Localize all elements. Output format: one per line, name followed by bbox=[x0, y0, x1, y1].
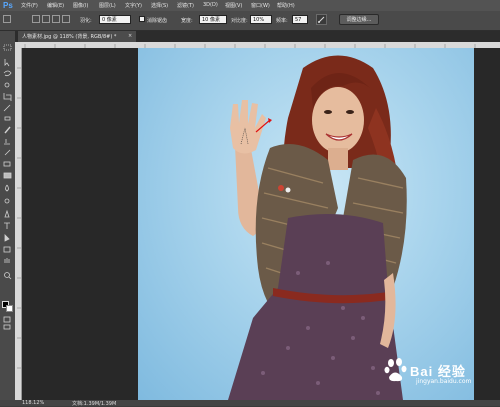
frequency-label: 频率: bbox=[276, 18, 288, 24]
vertical-ruler[interactable] bbox=[15, 48, 22, 400]
feather-label: 羽化: bbox=[80, 18, 92, 24]
menu-image[interactable]: 图像(I) bbox=[73, 2, 88, 9]
antialias-label: 消除锯齿 bbox=[147, 18, 168, 24]
add-selection-icon[interactable] bbox=[42, 15, 50, 23]
subtract-selection-icon[interactable] bbox=[52, 15, 60, 23]
zoom-handle bbox=[8, 276, 12, 280]
quick-select-icon bbox=[4, 82, 10, 88]
background-color-swatch[interactable] bbox=[6, 305, 13, 312]
path-select-icon bbox=[4, 234, 10, 242]
frequency-input[interactable]: 57 bbox=[292, 15, 308, 24]
width-input[interactable]: 10 像素 bbox=[199, 15, 227, 24]
contrast-label: 对比度: bbox=[231, 18, 248, 24]
blur-icon bbox=[5, 184, 9, 192]
feather-input[interactable]: 0 像素 bbox=[99, 15, 131, 24]
eyedropper-icon bbox=[3, 104, 11, 112]
dodge-icon bbox=[4, 198, 10, 204]
zoom-icon bbox=[4, 272, 10, 278]
options-bar: 羽化: 0 像素 消除锯齿 宽度: 10 像素 对比度: 10% 频率: 57 … bbox=[0, 11, 500, 31]
move-icon bbox=[4, 59, 10, 67]
gradient-icon bbox=[3, 172, 12, 179]
menu-view[interactable]: 视图(V) bbox=[225, 2, 242, 9]
menu-layer[interactable]: 图层(L) bbox=[99, 2, 116, 9]
width-label: 宽度: bbox=[181, 18, 193, 24]
menu-filter[interactable]: 滤镜(T) bbox=[177, 2, 194, 9]
stamp-icon bbox=[4, 139, 10, 145]
brush-icon bbox=[4, 126, 11, 134]
new-selection-icon[interactable] bbox=[32, 15, 40, 23]
shape-icon bbox=[3, 246, 11, 253]
history-brush-icon bbox=[4, 149, 11, 156]
menu-select[interactable]: 选择(S) bbox=[151, 2, 168, 9]
document-image[interactable] bbox=[138, 48, 474, 400]
eraser-icon bbox=[3, 161, 11, 167]
crop-icon bbox=[3, 93, 12, 101]
pen-pressure-icon[interactable] bbox=[316, 14, 327, 25]
menu-bar: Ps 文件(F) 编辑(E) 图像(I) 图层(L) 文字(Y) 选择(S) 滤… bbox=[0, 0, 500, 11]
woman-waving-photo bbox=[228, 55, 407, 400]
intersect-selection-icon[interactable] bbox=[62, 15, 70, 23]
hand-icon bbox=[4, 258, 10, 263]
zoom-level[interactable]: 118.12% bbox=[22, 400, 44, 406]
menu-help[interactable]: 帮助(H) bbox=[277, 2, 295, 9]
menu-window[interactable]: 窗口(W) bbox=[251, 2, 270, 9]
type-icon bbox=[4, 222, 10, 229]
quick-mask-icon bbox=[3, 316, 11, 323]
close-tab-icon[interactable]: × bbox=[128, 33, 132, 39]
screen-mode-icon bbox=[3, 324, 11, 330]
antialias-checkbox[interactable] bbox=[139, 16, 145, 22]
menu-edit[interactable]: 编辑(E) bbox=[47, 2, 64, 9]
menu-3d[interactable]: 3D(D) bbox=[203, 2, 218, 8]
paw-logo-icon bbox=[384, 358, 407, 382]
watermark-url: jingyan.baidu.com bbox=[416, 378, 472, 385]
photoshop-logo: Ps bbox=[3, 1, 13, 10]
lasso-icon bbox=[3, 70, 12, 77]
tools-panel bbox=[0, 31, 16, 406]
document-tab-title: 人物素材.jpg @ 118% (背景, RGB/8#) * bbox=[22, 34, 117, 40]
menu-file[interactable]: 文件(F) bbox=[21, 2, 38, 9]
marquee-icon bbox=[3, 44, 12, 51]
tool-preset-icon[interactable] bbox=[3, 15, 11, 23]
healing-icon bbox=[4, 116, 11, 121]
refine-edge-button[interactable]: 调整边缘... bbox=[339, 14, 379, 25]
menu-type[interactable]: 文字(Y) bbox=[125, 2, 142, 9]
contrast-input[interactable]: 10% bbox=[250, 15, 272, 24]
pen-icon bbox=[4, 209, 10, 218]
